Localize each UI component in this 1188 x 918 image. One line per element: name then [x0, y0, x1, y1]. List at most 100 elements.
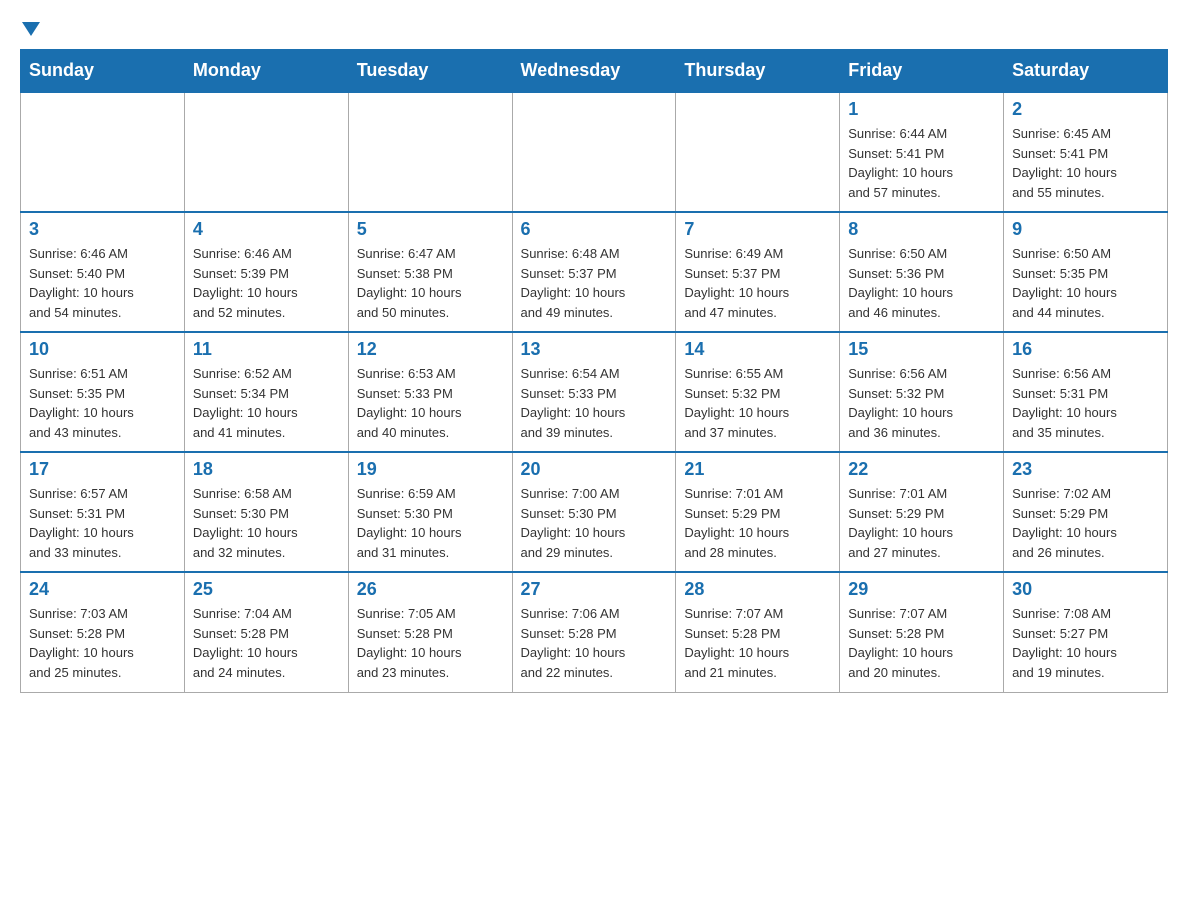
day-number: 22: [848, 459, 995, 480]
day-number: 30: [1012, 579, 1159, 600]
weekday-header-thursday: Thursday: [676, 50, 840, 93]
day-info: Sunrise: 7:04 AM Sunset: 5:28 PM Dayligh…: [193, 604, 340, 682]
calendar-cell: 18 Sunrise: 6:58 AM Sunset: 5:30 PM Dayli…: [184, 452, 348, 572]
day-info: Sunrise: 6:56 AM Sunset: 5:31 PM Dayligh…: [1012, 364, 1159, 442]
weekday-header-saturday: Saturday: [1004, 50, 1168, 93]
calendar-cell: 9 Sunrise: 6:50 AM Sunset: 5:35 PM Daylig…: [1004, 212, 1168, 332]
day-info: Sunrise: 7:05 AM Sunset: 5:28 PM Dayligh…: [357, 604, 504, 682]
calendar-cell: 13Sunrise: 6:54 AM Sunset: 5:33 PM Dayli…: [512, 332, 676, 452]
calendar-cell: 28 Sunrise: 7:07 AM Sunset: 5:28 PM Dayli…: [676, 572, 840, 692]
day-info: Sunrise: 6:52 AM Sunset: 5:34 PM Dayligh…: [193, 364, 340, 442]
calendar-cell: 1 Sunrise: 6:44 AM Sunset: 5:41 PM Daylig…: [840, 92, 1004, 212]
logo: [20, 20, 50, 39]
calendar-cell: 19 Sunrise: 6:59 AM Sunset: 5:30 PM Dayli…: [348, 452, 512, 572]
day-number: 26: [357, 579, 504, 600]
day-info: Sunrise: 6:44 AM Sunset: 5:41 PM Dayligh…: [848, 124, 995, 202]
day-number: 27: [521, 579, 668, 600]
calendar-cell: 26 Sunrise: 7:05 AM Sunset: 5:28 PM Dayli…: [348, 572, 512, 692]
day-info: Sunrise: 6:50 AM Sunset: 5:35 PM Dayligh…: [1012, 244, 1159, 322]
calendar-cell: 14Sunrise: 6:55 AM Sunset: 5:32 PM Dayli…: [676, 332, 840, 452]
day-number: 15: [848, 339, 995, 360]
day-number: 8: [848, 219, 995, 240]
day-number: 7: [684, 219, 831, 240]
page-header: [20, 20, 1168, 39]
day-info: Sunrise: 6:50 AM Sunset: 5:36 PM Dayligh…: [848, 244, 995, 322]
day-number: 17: [29, 459, 176, 480]
calendar-cell: 3 Sunrise: 6:46 AM Sunset: 5:40 PM Daylig…: [21, 212, 185, 332]
day-number: 20: [521, 459, 668, 480]
week-row-3: 10 Sunrise: 6:51 AM Sunset: 5:35 PM Dayli…: [21, 332, 1168, 452]
day-number: 18: [193, 459, 340, 480]
day-info: Sunrise: 7:02 AM Sunset: 5:29 PM Dayligh…: [1012, 484, 1159, 562]
week-row-4: 17 Sunrise: 6:57 AM Sunset: 5:31 PM Dayli…: [21, 452, 1168, 572]
day-info: Sunrise: 7:01 AM Sunset: 5:29 PM Dayligh…: [848, 484, 995, 562]
day-number: 23: [1012, 459, 1159, 480]
week-row-1: 1 Sunrise: 6:44 AM Sunset: 5:41 PM Daylig…: [21, 92, 1168, 212]
day-info: Sunrise: 6:53 AM Sunset: 5:33 PM Dayligh…: [357, 364, 504, 442]
day-info: Sunrise: 7:07 AM Sunset: 5:28 PM Dayligh…: [848, 604, 995, 682]
calendar-cell: 16Sunrise: 6:56 AM Sunset: 5:31 PM Dayli…: [1004, 332, 1168, 452]
calendar-cell: 22 Sunrise: 7:01 AM Sunset: 5:29 PM Dayli…: [840, 452, 1004, 572]
day-info: Sunrise: 6:51 AM Sunset: 5:35 PM Dayligh…: [29, 364, 176, 442]
day-info: Sunrise: 6:58 AM Sunset: 5:30 PM Dayligh…: [193, 484, 340, 562]
calendar-cell: 11 Sunrise: 6:52 AM Sunset: 5:34 PM Dayli…: [184, 332, 348, 452]
day-number: 3: [29, 219, 176, 240]
day-info: Sunrise: 7:00 AM Sunset: 5:30 PM Dayligh…: [521, 484, 668, 562]
day-number: 25: [193, 579, 340, 600]
day-info: Sunrise: 6:46 AM Sunset: 5:40 PM Dayligh…: [29, 244, 176, 322]
calendar-cell: 6 Sunrise: 6:48 AM Sunset: 5:37 PM Daylig…: [512, 212, 676, 332]
calendar-cell: [184, 92, 348, 212]
calendar-cell: 25 Sunrise: 7:04 AM Sunset: 5:28 PM Dayli…: [184, 572, 348, 692]
day-number: 24: [29, 579, 176, 600]
day-number: 5: [357, 219, 504, 240]
day-info: Sunrise: 6:47 AM Sunset: 5:38 PM Dayligh…: [357, 244, 504, 322]
calendar-cell: 8 Sunrise: 6:50 AM Sunset: 5:36 PM Daylig…: [840, 212, 1004, 332]
day-number: 1: [848, 99, 995, 120]
calendar-cell: [512, 92, 676, 212]
calendar-cell: 4Sunrise: 6:46 AM Sunset: 5:39 PM Daylig…: [184, 212, 348, 332]
calendar-cell: 23 Sunrise: 7:02 AM Sunset: 5:29 PM Dayli…: [1004, 452, 1168, 572]
calendar-cell: 2 Sunrise: 6:45 AM Sunset: 5:41 PM Daylig…: [1004, 92, 1168, 212]
calendar-cell: [676, 92, 840, 212]
day-number: 2: [1012, 99, 1159, 120]
weekday-header-wednesday: Wednesday: [512, 50, 676, 93]
day-info: Sunrise: 6:57 AM Sunset: 5:31 PM Dayligh…: [29, 484, 176, 562]
week-row-2: 3 Sunrise: 6:46 AM Sunset: 5:40 PM Daylig…: [21, 212, 1168, 332]
calendar-cell: 30 Sunrise: 7:08 AM Sunset: 5:27 PM Dayli…: [1004, 572, 1168, 692]
day-info: Sunrise: 6:45 AM Sunset: 5:41 PM Dayligh…: [1012, 124, 1159, 202]
calendar-cell: 10 Sunrise: 6:51 AM Sunset: 5:35 PM Dayli…: [21, 332, 185, 452]
day-info: Sunrise: 7:03 AM Sunset: 5:28 PM Dayligh…: [29, 604, 176, 682]
calendar-cell: 21 Sunrise: 7:01 AM Sunset: 5:29 PM Dayli…: [676, 452, 840, 572]
calendar-cell: 15 Sunrise: 6:56 AM Sunset: 5:32 PM Dayli…: [840, 332, 1004, 452]
day-number: 11: [193, 339, 340, 360]
day-info: Sunrise: 7:06 AM Sunset: 5:28 PM Dayligh…: [521, 604, 668, 682]
calendar-cell: 12 Sunrise: 6:53 AM Sunset: 5:33 PM Dayli…: [348, 332, 512, 452]
day-info: Sunrise: 6:59 AM Sunset: 5:30 PM Dayligh…: [357, 484, 504, 562]
day-number: 9: [1012, 219, 1159, 240]
day-info: Sunrise: 7:07 AM Sunset: 5:28 PM Dayligh…: [684, 604, 831, 682]
weekday-header-row: SundayMondayTuesdayWednesdayThursdayFrid…: [21, 50, 1168, 93]
day-info: Sunrise: 7:08 AM Sunset: 5:27 PM Dayligh…: [1012, 604, 1159, 682]
day-number: 6: [521, 219, 668, 240]
weekday-header-friday: Friday: [840, 50, 1004, 93]
day-info: Sunrise: 6:49 AM Sunset: 5:37 PM Dayligh…: [684, 244, 831, 322]
day-info: Sunrise: 6:48 AM Sunset: 5:37 PM Dayligh…: [521, 244, 668, 322]
calendar-cell: 17 Sunrise: 6:57 AM Sunset: 5:31 PM Dayli…: [21, 452, 185, 572]
day-info: Sunrise: 7:01 AM Sunset: 5:29 PM Dayligh…: [684, 484, 831, 562]
day-info: Sunrise: 6:55 AM Sunset: 5:32 PM Dayligh…: [684, 364, 831, 442]
day-info: Sunrise: 6:54 AM Sunset: 5:33 PM Dayligh…: [521, 364, 668, 442]
logo-triangle-icon: [22, 22, 40, 36]
day-number: 19: [357, 459, 504, 480]
day-info: Sunrise: 6:56 AM Sunset: 5:32 PM Dayligh…: [848, 364, 995, 442]
day-number: 29: [848, 579, 995, 600]
calendar-cell: [21, 92, 185, 212]
calendar-table: SundayMondayTuesdayWednesdayThursdayFrid…: [20, 49, 1168, 693]
day-number: 28: [684, 579, 831, 600]
day-number: 10: [29, 339, 176, 360]
calendar-cell: 20 Sunrise: 7:00 AM Sunset: 5:30 PM Dayli…: [512, 452, 676, 572]
calendar-cell: 27 Sunrise: 7:06 AM Sunset: 5:28 PM Dayli…: [512, 572, 676, 692]
day-number: 21: [684, 459, 831, 480]
calendar-cell: 5 Sunrise: 6:47 AM Sunset: 5:38 PM Daylig…: [348, 212, 512, 332]
day-number: 12: [357, 339, 504, 360]
day-info: Sunrise: 6:46 AM Sunset: 5:39 PM Dayligh…: [193, 244, 340, 322]
